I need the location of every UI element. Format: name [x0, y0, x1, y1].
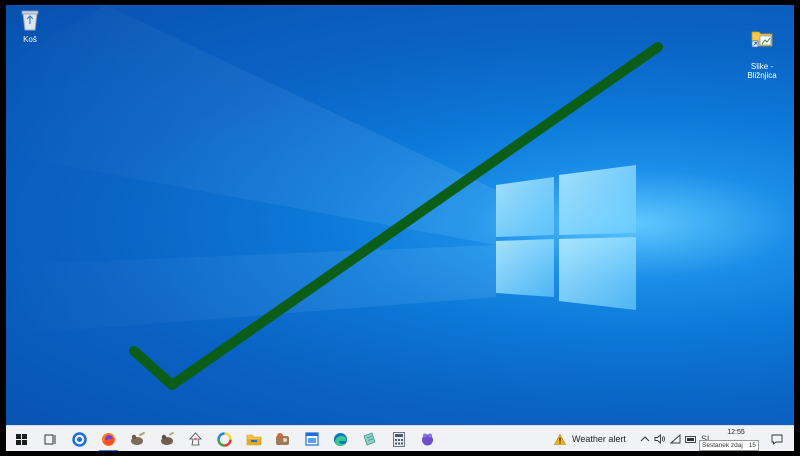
desktop-icon-label: Slike - Bližnjica — [747, 62, 777, 80]
tooltip-text: Sestanek zdaj — [702, 442, 743, 449]
taskbar-app-calculator[interactable] — [384, 426, 413, 451]
desktop-icon-label: Koš — [23, 35, 37, 44]
taskbar-app-gimp-1[interactable] — [123, 426, 152, 451]
folder-shortcut-icon — [738, 18, 786, 51]
weather-alert-text: Weather alert — [572, 434, 626, 444]
desktop-screen: Koš Slike - Bližnjica Weather alert SL 1… — [6, 5, 794, 451]
brown-app-icon — [276, 433, 289, 445]
taskbar-app-notes[interactable] — [355, 426, 384, 451]
task-view-button[interactable] — [36, 426, 65, 451]
network-icon[interactable] — [670, 434, 681, 444]
battery-icon[interactable] — [685, 435, 697, 444]
window-icon — [304, 432, 319, 446]
taskbar: Weather alert SL 12:55 Sestanek zdaj 15 — [6, 425, 794, 451]
gimp-icon — [160, 432, 174, 445]
task-view-icon — [44, 434, 56, 444]
taskbar-app-inkscape[interactable] — [181, 426, 210, 451]
taskbar-app-brown[interactable] — [268, 426, 297, 451]
wallpaper: Koš Slike - Bližnjica — [6, 5, 794, 425]
desktop-icon-recycle-bin[interactable]: Koš — [6, 9, 54, 44]
weather-alert-widget[interactable]: Weather alert — [554, 426, 626, 451]
inkscape-icon — [189, 431, 202, 445]
notification-center-button[interactable] — [764, 426, 790, 451]
speaker-icon[interactable] — [654, 434, 666, 444]
firefox-icon — [102, 432, 115, 446]
color-wheel-icon — [217, 431, 232, 447]
taskbar-app-file-explorer[interactable] — [239, 426, 268, 451]
clock[interactable]: 12:55 — [714, 428, 758, 437]
taskbar-app-edge[interactable] — [326, 426, 355, 451]
taskbar-app-blue-ring[interactable] — [65, 426, 94, 451]
warning-icon — [554, 433, 566, 445]
taskbar-app-window[interactable] — [297, 426, 326, 451]
desktop-icon-slike-shortcut[interactable]: Slike - Bližnjica — [738, 9, 786, 80]
taskbar-app-firefox[interactable] — [94, 426, 123, 451]
recycle-bin-icon — [6, 9, 54, 33]
windows-start-icon — [15, 433, 27, 445]
taskbar-app-color-wheel[interactable] — [210, 426, 239, 451]
purple-app-icon — [422, 433, 433, 445]
start-button[interactable] — [6, 426, 36, 451]
notification-icon — [771, 434, 783, 445]
chevron-up-icon[interactable] — [640, 435, 650, 443]
clock-time: 12:55 — [727, 429, 745, 436]
blue-ring-app-icon — [72, 431, 87, 447]
gimp-icon — [130, 432, 145, 445]
windows-logo-wallpaper — [6, 5, 663, 390]
taskbar-app-gimp-2[interactable] — [152, 426, 181, 451]
folder-icon — [246, 434, 261, 445]
meeting-tooltip: Sestanek zdaj 15 — [699, 440, 759, 451]
notes-icon — [363, 432, 376, 446]
calculator-icon — [392, 431, 405, 447]
tooltip-suffix: 15 — [748, 442, 756, 449]
taskbar-app-purple[interactable] — [413, 426, 442, 451]
edge-icon — [334, 432, 347, 446]
